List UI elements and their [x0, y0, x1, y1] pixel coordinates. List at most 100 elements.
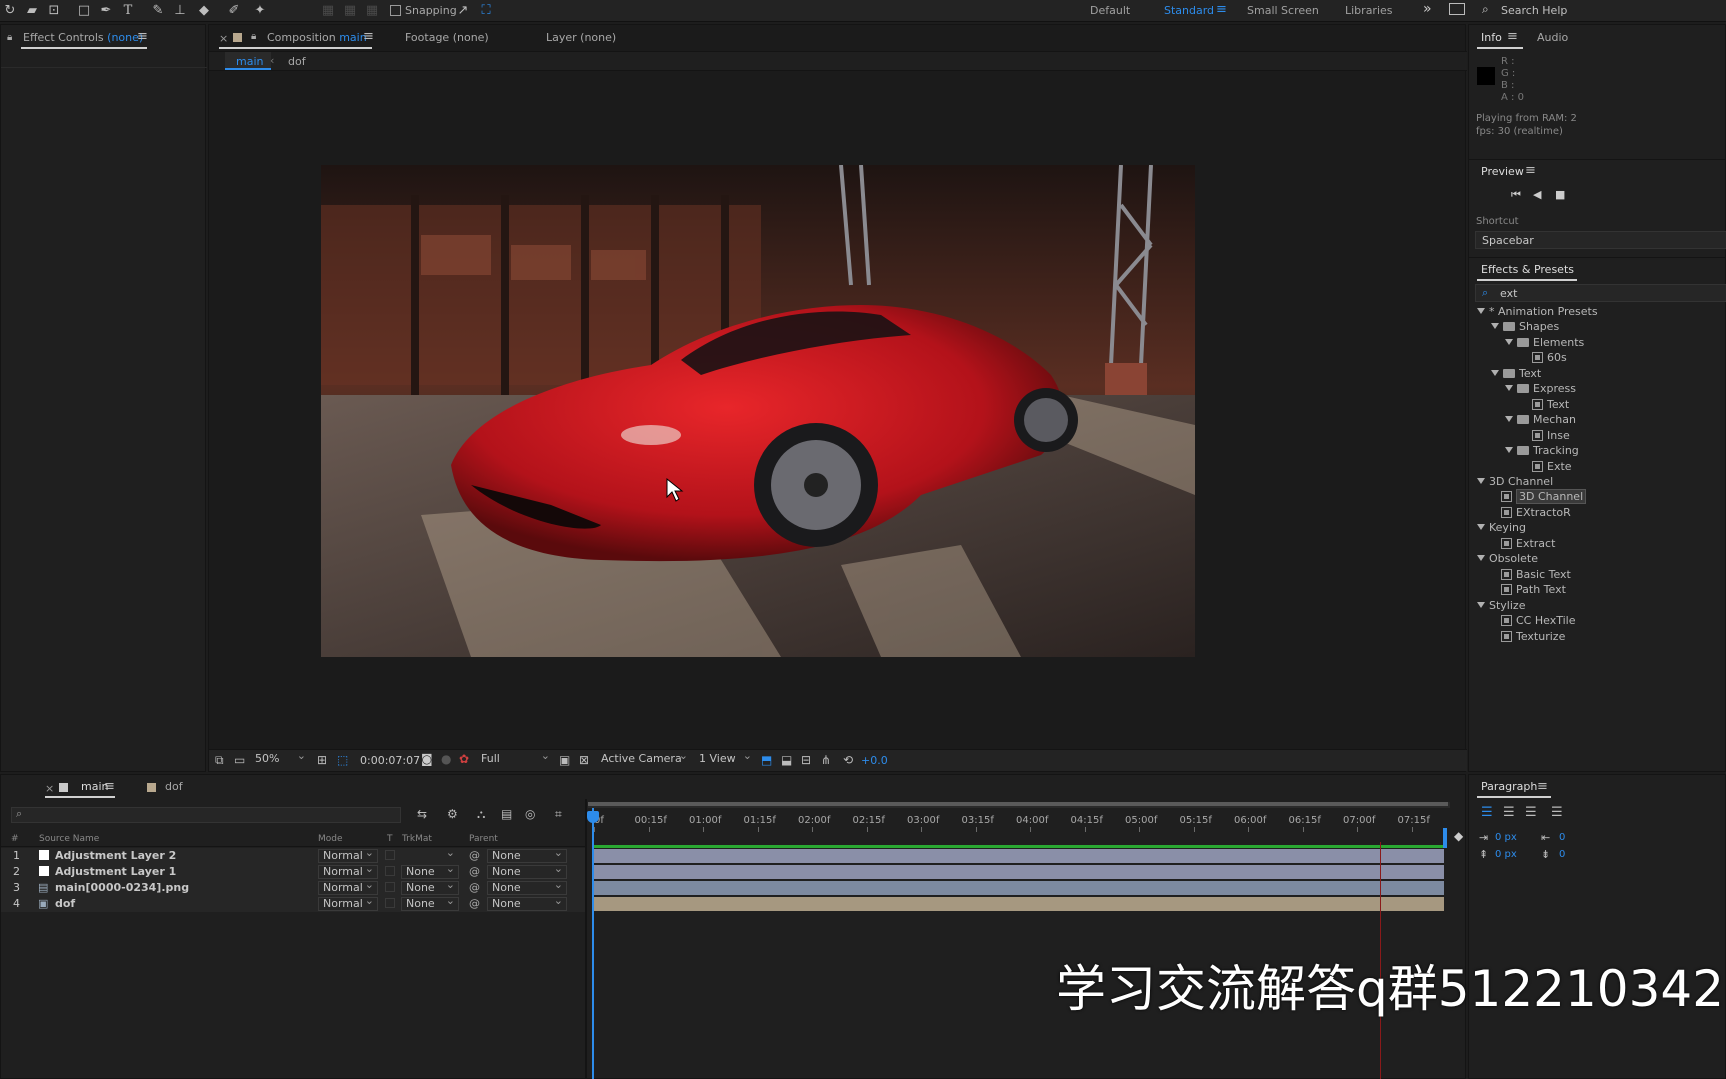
tab-info[interactable]: Info	[1481, 31, 1502, 44]
panel-menu-icon[interactable]: ≡	[363, 29, 374, 44]
tree-path-text[interactable]: Path Text	[1501, 583, 1566, 596]
close-icon[interactable]: ×	[45, 782, 54, 795]
motion-blur-icon[interactable]: ◎	[525, 807, 535, 821]
parent-select[interactable]: None	[487, 847, 567, 863]
region-of-interest-icon[interactable]: ▣	[559, 753, 570, 767]
effects-search-input[interactable]: ⌕ ext	[1475, 284, 1726, 302]
tab-footage[interactable]: Footage (none)	[405, 31, 489, 44]
indent-left-value[interactable]: 0 px	[1495, 832, 1517, 843]
type-tool-icon[interactable]: T	[120, 3, 136, 19]
layer-bar[interactable]	[594, 881, 1444, 895]
tree-animation-presets[interactable]: * Animation Presets	[1477, 305, 1598, 318]
align-right-icon[interactable]: ☰	[1525, 805, 1537, 820]
camera-tool-icon[interactable]: ▰	[24, 3, 40, 19]
mode-select[interactable]: Normal	[318, 879, 378, 895]
previous-frame-icon[interactable]: ◀	[1533, 188, 1541, 201]
tree-3d-channel[interactable]: 3D Channel	[1477, 475, 1553, 488]
align-left-icon[interactable]: ☰	[1481, 805, 1493, 820]
resolution-select[interactable]: Full	[477, 750, 553, 767]
pickwhip-icon[interactable]: @	[469, 849, 480, 862]
display-icon[interactable]: ▭	[234, 753, 245, 767]
eraser-tool-icon[interactable]: ◆	[196, 3, 212, 19]
tree-exte[interactable]: Exte	[1532, 460, 1572, 473]
tree-texturize[interactable]: Texturize	[1501, 630, 1565, 643]
preserve-transparency-checkbox[interactable]	[385, 850, 395, 860]
puppet-pin-tool-icon[interactable]: ✦	[252, 3, 268, 19]
clone-stamp-tool-icon[interactable]: ⊥	[172, 3, 188, 19]
workspace-standard[interactable]: Standard	[1164, 4, 1214, 17]
layer-row[interactable]: 1 Adjustment Layer 2 Normal @ None	[1, 847, 586, 864]
timeline-tab-dof[interactable]: dof	[165, 780, 183, 793]
tree-elements[interactable]: Elements	[1505, 336, 1584, 349]
more-workspaces-icon[interactable]: »	[1423, 1, 1432, 17]
space-before-value[interactable]: 0 px	[1495, 849, 1517, 860]
fast-previews-icon[interactable]: ⬓	[781, 753, 792, 767]
tab-audio[interactable]: Audio	[1537, 31, 1568, 44]
current-time-indicator[interactable]	[592, 808, 594, 1079]
preserve-transparency-checkbox[interactable]	[385, 882, 395, 892]
tree-mechan[interactable]: Mechan	[1505, 413, 1576, 426]
flowchart-icon[interactable]: ⋔	[821, 753, 831, 767]
composition-frame[interactable]	[321, 165, 1195, 657]
workspace-menu-icon[interactable]: ≡	[1216, 2, 1227, 17]
trkmat-select[interactable]: None	[401, 895, 459, 911]
pickwhip-icon[interactable]: @	[469, 865, 480, 878]
draft-3d-icon[interactable]: ⚙	[447, 807, 458, 821]
rotate-tool-icon[interactable]: ↻	[2, 3, 18, 19]
mode-select[interactable]: Normal	[318, 847, 378, 863]
layer-name[interactable]: main[0000-0234].png	[55, 881, 189, 894]
lock-icon[interactable]: 🔒︎	[7, 32, 12, 43]
parent-select[interactable]: None	[487, 879, 567, 895]
search-help-field[interactable]: Search Help	[1501, 4, 1567, 17]
work-area-end[interactable]	[1443, 828, 1447, 848]
pan-behind-tool-icon[interactable]: ⊡	[46, 3, 62, 19]
layer-name[interactable]: Adjustment Layer 2	[55, 849, 176, 862]
preserve-transparency-checkbox[interactable]	[385, 866, 395, 876]
close-icon[interactable]: ×	[219, 32, 228, 45]
lock-icon[interactable]: 🔒︎	[251, 31, 256, 42]
breadcrumb-dof[interactable]: dof	[288, 55, 306, 68]
tree-text[interactable]: Text	[1491, 367, 1541, 380]
panel-menu-icon[interactable]: ≡	[1537, 779, 1548, 794]
tab-composition[interactable]: Composition main	[267, 31, 367, 44]
snap-features-icon[interactable]: ⛶	[478, 3, 494, 19]
tree-extract[interactable]: Extract	[1501, 537, 1555, 550]
panel-menu-icon[interactable]: ≡	[137, 29, 148, 44]
layer-name[interactable]: dof	[55, 897, 75, 910]
panel-menu-icon[interactable]: ≡	[1525, 163, 1536, 178]
tree-3d-channel-effect[interactable]: 3D Channel	[1501, 489, 1587, 504]
timeline-icon[interactable]: ⊟	[801, 753, 811, 767]
layer-bar[interactable]	[594, 849, 1444, 863]
layer-bar[interactable]	[594, 865, 1444, 879]
current-time[interactable]: 0:00:07:07	[360, 754, 420, 767]
tree-text-preset[interactable]: Text	[1532, 398, 1569, 411]
reset-exposure-icon[interactable]: ⟲	[843, 753, 853, 767]
search-icon[interactable]: ⌕	[1482, 2, 1489, 17]
sync-settings-icon[interactable]	[1449, 3, 1465, 15]
align-center-icon[interactable]: ☰	[1503, 805, 1515, 820]
pickwhip-icon[interactable]: @	[469, 897, 480, 910]
brush-tool-icon[interactable]: ✎	[150, 3, 166, 19]
rectangle-tool-icon[interactable]: □	[76, 3, 92, 19]
tree-inse[interactable]: Inse	[1532, 429, 1570, 442]
justify-icon[interactable]: ☰	[1551, 805, 1563, 820]
tree-cc-hextile[interactable]: CC HexTile	[1501, 614, 1575, 627]
layer-row[interactable]: 2 Adjustment Layer 1 Normal None @ None	[1, 863, 586, 880]
camera-select[interactable]: Active Camera	[597, 750, 691, 767]
preserve-transparency-checkbox[interactable]	[385, 898, 395, 908]
snapping-checkbox[interactable]	[390, 5, 401, 16]
tree-stylize[interactable]: Stylize	[1477, 599, 1525, 612]
comp-mini-flowchart-icon[interactable]: ⇆	[417, 807, 427, 821]
layer-row[interactable]: 4 ▣ dof Normal None @ None	[1, 895, 586, 912]
tree-extractor[interactable]: EXtractoR	[1501, 506, 1571, 519]
tree-express[interactable]: Express	[1505, 382, 1576, 395]
tab-layer[interactable]: Layer (none)	[546, 31, 616, 44]
trkmat-select[interactable]: None	[401, 879, 459, 895]
channel-icon[interactable]: ✿	[459, 752, 469, 766]
layer-row[interactable]: 3 ▤ main[0000-0234].png Normal None @ No…	[1, 879, 586, 896]
region-icon[interactable]: ⬚	[337, 753, 348, 767]
panel-menu-icon[interactable]: ≡	[1507, 29, 1518, 44]
pickwhip-icon[interactable]: @	[469, 881, 480, 894]
snap-edge-icon[interactable]: ↗	[455, 3, 471, 19]
timeline-search-input[interactable]: ⌕	[11, 807, 401, 823]
